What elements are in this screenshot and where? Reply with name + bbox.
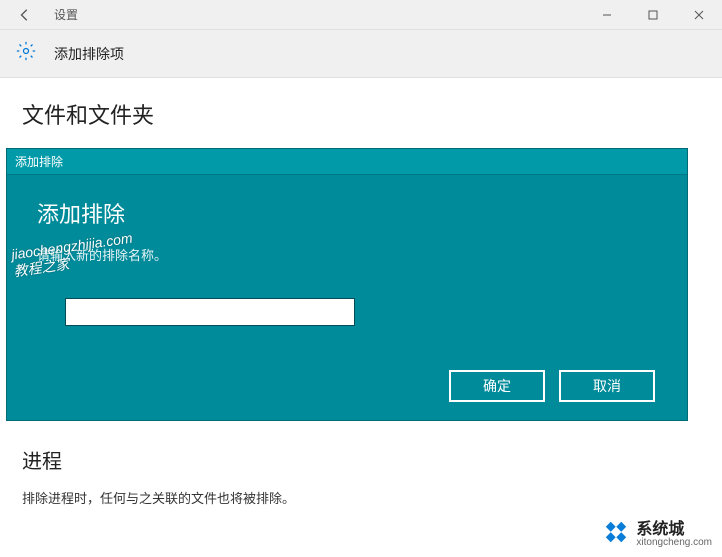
maximize-button[interactable]	[630, 0, 676, 30]
section-files-title: 文件和文件夹	[22, 98, 700, 130]
dialog-button-row: 确定 取消	[37, 370, 657, 402]
back-button[interactable]	[10, 0, 40, 30]
footer-brand: 系统城 xitongcheng.com	[602, 518, 712, 551]
dialog-body: 添加排除 请输入新的排除名称。 确定 取消	[7, 175, 687, 420]
page-header: 添加排除项	[0, 30, 722, 78]
section-process-title: 进程	[22, 445, 700, 474]
arrow-left-icon	[18, 8, 32, 22]
brand-name: 系统城	[636, 522, 712, 538]
dialog-prompt: 请输入新的排除名称。	[37, 245, 657, 264]
dialog-titlebar: 添加排除	[7, 149, 687, 175]
window-title: 设置	[54, 6, 78, 23]
brand-url: xitongcheng.com	[636, 538, 712, 548]
brand-logo-icon	[602, 518, 630, 551]
minimize-button[interactable]	[584, 0, 630, 30]
window-controls	[584, 0, 722, 30]
exclusion-name-input[interactable]	[65, 298, 355, 326]
close-button[interactable]	[676, 0, 722, 30]
add-exclusion-dialog: 添加排除 添加排除 请输入新的排除名称。 确定 取消	[6, 148, 688, 421]
page-title: 添加排除项	[54, 44, 124, 64]
dialog-heading: 添加排除	[37, 197, 657, 229]
window-titlebar: 设置	[0, 0, 722, 30]
main-content: 文件和文件夹 添加排除 添加排除 请输入新的排除名称。 确定 取消 进程 排除进…	[0, 78, 722, 507]
cancel-button[interactable]: 取消	[559, 370, 655, 402]
maximize-icon	[648, 10, 658, 20]
section-process-desc: 排除进程时，任何与之关联的文件也将被排除。	[22, 488, 700, 507]
minimize-icon	[602, 10, 612, 20]
ok-button[interactable]: 确定	[449, 370, 545, 402]
gear-icon	[16, 41, 36, 66]
brand-text: 系统城 xitongcheng.com	[636, 522, 712, 548]
section-process: 进程 排除进程时，任何与之关联的文件也将被排除。	[22, 445, 700, 507]
close-icon	[694, 10, 704, 20]
